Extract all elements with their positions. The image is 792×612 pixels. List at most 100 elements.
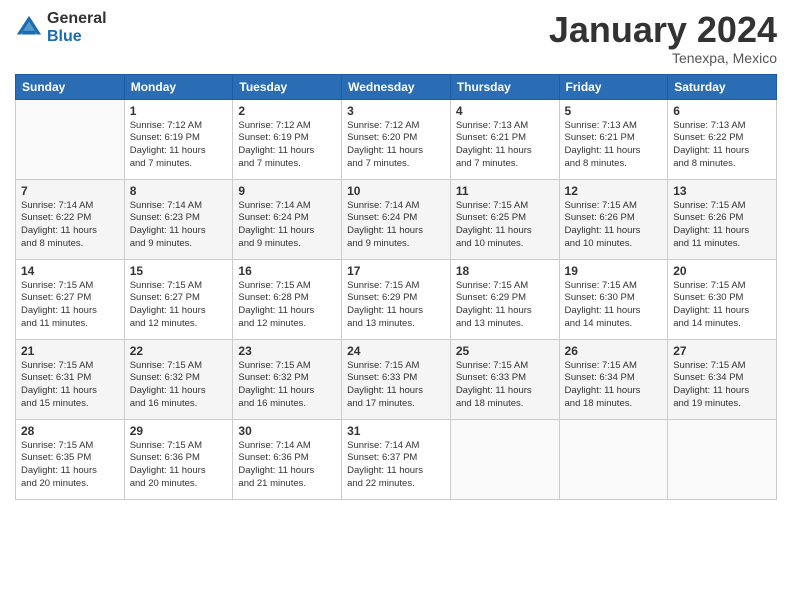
day-number: 11 — [456, 184, 554, 198]
day-info: Sunrise: 7:15 AM Sunset: 6:34 PM Dayligh… — [673, 360, 771, 411]
day-number: 8 — [130, 184, 228, 198]
day-number: 16 — [238, 264, 336, 278]
day-info: Sunrise: 7:15 AM Sunset: 6:27 PM Dayligh… — [21, 280, 119, 331]
day-number: 21 — [21, 344, 119, 358]
day-number: 27 — [673, 344, 771, 358]
day-number: 15 — [130, 264, 228, 278]
calendar-cell — [559, 419, 668, 499]
calendar-cell: 11 Sunrise: 7:15 AM Sunset: 6:25 PM Dayli… — [450, 179, 559, 259]
day-number: 19 — [565, 264, 663, 278]
day-number: 13 — [673, 184, 771, 198]
day-number: 2 — [238, 104, 336, 118]
day-info: Sunrise: 7:14 AM Sunset: 6:22 PM Dayligh… — [21, 200, 119, 251]
day-number: 23 — [238, 344, 336, 358]
calendar-cell: 28Sunrise: 7:15 AM Sunset: 6:35 PM Dayli… — [16, 419, 125, 499]
header: General Blue January 2024 Tenexpa, Mexic… — [15, 10, 777, 66]
day-number: 22 — [130, 344, 228, 358]
day-number: 5 — [565, 104, 663, 118]
calendar-cell: 22Sunrise: 7:15 AM Sunset: 6:32 PM Dayli… — [124, 339, 233, 419]
calendar-cell: 15 Sunrise: 7:15 AM Sunset: 6:27 PM Dayli… — [124, 259, 233, 339]
day-number: 24 — [347, 344, 445, 358]
logo: General Blue — [15, 10, 107, 45]
day-number: 31 — [347, 424, 445, 438]
calendar-cell: 10 Sunrise: 7:14 AM Sunset: 6:24 PM Dayli… — [342, 179, 451, 259]
calendar-week-3: 14 Sunrise: 7:15 AM Sunset: 6:27 PM Dayli… — [16, 259, 777, 339]
day-number: 25 — [456, 344, 554, 358]
day-info: Sunrise: 7:15 AM Sunset: 6:34 PM Dayligh… — [565, 360, 663, 411]
calendar-cell: 7 Sunrise: 7:14 AM Sunset: 6:22 PM Daylig… — [16, 179, 125, 259]
col-friday: Friday — [559, 74, 668, 99]
calendar-table: Sunday Monday Tuesday Wednesday Thursday… — [15, 74, 777, 500]
col-wednesday: Wednesday — [342, 74, 451, 99]
calendar-cell — [16, 99, 125, 179]
calendar-week-2: 7 Sunrise: 7:14 AM Sunset: 6:22 PM Daylig… — [16, 179, 777, 259]
day-info: Sunrise: 7:15 AM Sunset: 6:30 PM Dayligh… — [565, 280, 663, 331]
month-title: January 2024 — [549, 10, 777, 50]
day-number: 26 — [565, 344, 663, 358]
calendar-cell: 29Sunrise: 7:15 AM Sunset: 6:36 PM Dayli… — [124, 419, 233, 499]
day-number: 10 — [347, 184, 445, 198]
day-number: 17 — [347, 264, 445, 278]
calendar-cell: 31 Sunrise: 7:14 AM Sunset: 6:37 PM Dayli… — [342, 419, 451, 499]
calendar-cell: 8 Sunrise: 7:14 AM Sunset: 6:23 PM Daylig… — [124, 179, 233, 259]
title-block: January 2024 Tenexpa, Mexico — [549, 10, 777, 66]
logo-text: General Blue — [47, 10, 107, 45]
calendar-cell: 9Sunrise: 7:14 AM Sunset: 6:24 PM Daylig… — [233, 179, 342, 259]
calendar-cell: 2Sunrise: 7:12 AM Sunset: 6:19 PM Daylig… — [233, 99, 342, 179]
day-info: Sunrise: 7:14 AM Sunset: 6:37 PM Dayligh… — [347, 440, 445, 491]
calendar-cell: 24 Sunrise: 7:15 AM Sunset: 6:33 PM Dayli… — [342, 339, 451, 419]
calendar-cell — [668, 419, 777, 499]
day-info: Sunrise: 7:15 AM Sunset: 6:26 PM Dayligh… — [565, 200, 663, 251]
calendar-cell: 16 Sunrise: 7:15 AM Sunset: 6:28 PM Dayli… — [233, 259, 342, 339]
calendar-week-1: 1Sunrise: 7:12 AM Sunset: 6:19 PM Daylig… — [16, 99, 777, 179]
calendar-cell: 3 Sunrise: 7:12 AM Sunset: 6:20 PM Daylig… — [342, 99, 451, 179]
day-info: Sunrise: 7:13 AM Sunset: 6:21 PM Dayligh… — [565, 120, 663, 171]
calendar-cell: 12 Sunrise: 7:15 AM Sunset: 6:26 PM Dayli… — [559, 179, 668, 259]
day-info: Sunrise: 7:15 AM Sunset: 6:31 PM Dayligh… — [21, 360, 119, 411]
calendar-cell: 27 Sunrise: 7:15 AM Sunset: 6:34 PM Dayli… — [668, 339, 777, 419]
day-number: 6 — [673, 104, 771, 118]
col-tuesday: Tuesday — [233, 74, 342, 99]
col-saturday: Saturday — [668, 74, 777, 99]
calendar-cell — [450, 419, 559, 499]
col-monday: Monday — [124, 74, 233, 99]
calendar-cell: 26 Sunrise: 7:15 AM Sunset: 6:34 PM Dayli… — [559, 339, 668, 419]
day-info: Sunrise: 7:12 AM Sunset: 6:19 PM Dayligh… — [130, 120, 228, 171]
day-info: Sunrise: 7:14 AM Sunset: 6:36 PM Dayligh… — [238, 440, 336, 491]
day-number: 3 — [347, 104, 445, 118]
location: Tenexpa, Mexico — [549, 50, 777, 66]
calendar-cell: 18Sunrise: 7:15 AM Sunset: 6:29 PM Dayli… — [450, 259, 559, 339]
day-number: 29 — [130, 424, 228, 438]
logo-blue-text: Blue — [47, 28, 107, 46]
logo-icon — [15, 14, 43, 42]
day-info: Sunrise: 7:15 AM Sunset: 6:33 PM Dayligh… — [347, 360, 445, 411]
day-info: Sunrise: 7:15 AM Sunset: 6:29 PM Dayligh… — [456, 280, 554, 331]
calendar-header-row: Sunday Monday Tuesday Wednesday Thursday… — [16, 74, 777, 99]
day-number: 30 — [238, 424, 336, 438]
col-sunday: Sunday — [16, 74, 125, 99]
day-number: 7 — [21, 184, 119, 198]
calendar-cell: 25Sunrise: 7:15 AM Sunset: 6:33 PM Dayli… — [450, 339, 559, 419]
day-info: Sunrise: 7:14 AM Sunset: 6:23 PM Dayligh… — [130, 200, 228, 251]
day-info: Sunrise: 7:15 AM Sunset: 6:26 PM Dayligh… — [673, 200, 771, 251]
day-number: 14 — [21, 264, 119, 278]
calendar-cell: 1Sunrise: 7:12 AM Sunset: 6:19 PM Daylig… — [124, 99, 233, 179]
day-info: Sunrise: 7:13 AM Sunset: 6:21 PM Dayligh… — [456, 120, 554, 171]
day-info: Sunrise: 7:14 AM Sunset: 6:24 PM Dayligh… — [238, 200, 336, 251]
calendar-cell: 23Sunrise: 7:15 AM Sunset: 6:32 PM Dayli… — [233, 339, 342, 419]
day-info: Sunrise: 7:14 AM Sunset: 6:24 PM Dayligh… — [347, 200, 445, 251]
day-info: Sunrise: 7:15 AM Sunset: 6:28 PM Dayligh… — [238, 280, 336, 331]
logo-general-text: General — [47, 10, 107, 28]
calendar-cell: 17 Sunrise: 7:15 AM Sunset: 6:29 PM Dayli… — [342, 259, 451, 339]
calendar-cell: 6 Sunrise: 7:13 AM Sunset: 6:22 PM Daylig… — [668, 99, 777, 179]
calendar-week-5: 28Sunrise: 7:15 AM Sunset: 6:35 PM Dayli… — [16, 419, 777, 499]
calendar-cell: 30 Sunrise: 7:14 AM Sunset: 6:36 PM Dayli… — [233, 419, 342, 499]
calendar-cell: 14 Sunrise: 7:15 AM Sunset: 6:27 PM Dayli… — [16, 259, 125, 339]
calendar-cell: 13 Sunrise: 7:15 AM Sunset: 6:26 PM Dayli… — [668, 179, 777, 259]
day-info: Sunrise: 7:15 AM Sunset: 6:29 PM Dayligh… — [347, 280, 445, 331]
day-info: Sunrise: 7:12 AM Sunset: 6:20 PM Dayligh… — [347, 120, 445, 171]
day-info: Sunrise: 7:15 AM Sunset: 6:25 PM Dayligh… — [456, 200, 554, 251]
day-info: Sunrise: 7:15 AM Sunset: 6:27 PM Dayligh… — [130, 280, 228, 331]
day-number: 12 — [565, 184, 663, 198]
day-info: Sunrise: 7:13 AM Sunset: 6:22 PM Dayligh… — [673, 120, 771, 171]
